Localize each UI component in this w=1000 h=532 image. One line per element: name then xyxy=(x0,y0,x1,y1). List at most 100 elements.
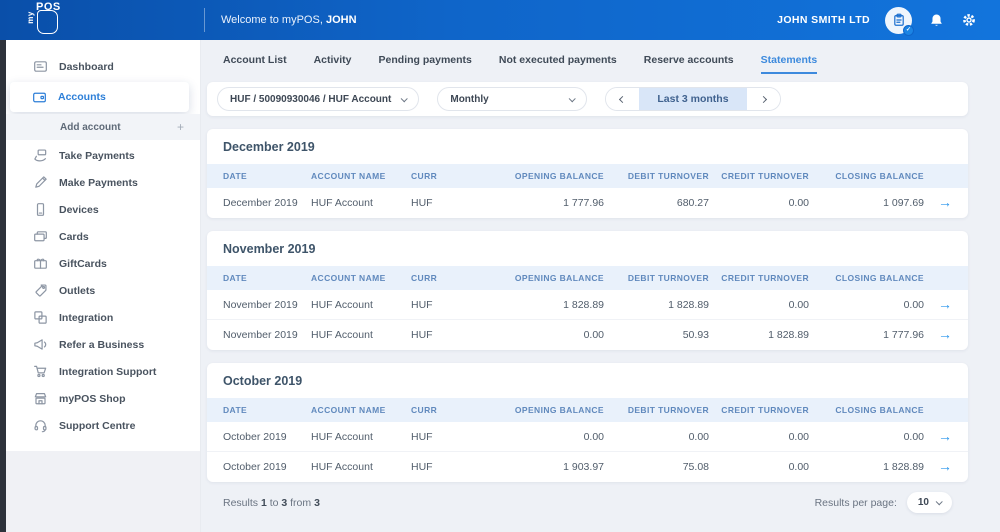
sidebar-item-dashboard[interactable]: Dashboard xyxy=(0,53,200,80)
table-row[interactable]: December 2019HUF AccountHUF1 777.96680.2… xyxy=(207,188,968,218)
settings-gear-icon[interactable] xyxy=(960,11,978,29)
table-header-row: DATEACCOUNT NAMECURROPENING BALANCEDEBIT… xyxy=(207,398,968,422)
sidebar-item-integration[interactable]: Integration xyxy=(0,304,200,331)
sidebar-item-devices[interactable]: Devices xyxy=(0,196,200,223)
statement-section: October 2019 DATEACCOUNT NAMECURROPENING… xyxy=(207,363,968,482)
mypos-logo[interactable]: POS my xyxy=(28,4,66,36)
notifications-bell-icon[interactable] xyxy=(927,11,945,29)
results-footer: Results 1 to 3 from 3 Results per page: … xyxy=(207,482,968,513)
column-header-account-name: ACCOUNT NAME xyxy=(311,273,411,283)
welcome-prefix: Welcome to myPOS, xyxy=(221,14,323,26)
sidebar-item-label: Support Centre xyxy=(59,420,135,432)
profile-avatar[interactable]: ✓ xyxy=(885,7,912,34)
sidebar-item-label: myPOS Shop xyxy=(59,393,126,405)
table-body: October 2019HUF AccountHUF0.000.000.000.… xyxy=(207,422,968,482)
sidebar-item-label: Cards xyxy=(59,231,89,243)
frequency-select-value: Monthly xyxy=(450,94,488,105)
section-title: November 2019 xyxy=(207,231,968,266)
tab-reserve-accounts[interactable]: Reserve accounts xyxy=(644,54,734,74)
clipboard-icon xyxy=(892,13,906,27)
row-detail-arrow-icon[interactable]: → xyxy=(938,195,952,209)
welcome-message: Welcome to myPOS, JOHN xyxy=(221,14,357,26)
sidebar-item-integration-support[interactable]: Integration Support xyxy=(0,358,200,385)
cell-credit-turnover: 1 828.89 xyxy=(709,329,809,341)
cell-curr: HUF xyxy=(411,431,473,443)
cell-curr: HUF xyxy=(411,197,473,209)
cards-icon xyxy=(33,229,48,244)
cell-credit-turnover: 0.00 xyxy=(709,197,809,209)
statement-section: November 2019 DATEACCOUNT NAMECURROPENIN… xyxy=(207,231,968,350)
sidebar-item-outlets[interactable]: Outlets xyxy=(0,277,200,304)
devices-icon xyxy=(33,202,48,217)
results-text: Results xyxy=(223,497,261,509)
table-row[interactable]: November 2019HUF AccountHUF1 828.891 828… xyxy=(207,290,968,320)
column-header-account-name: ACCOUNT NAME xyxy=(311,171,411,181)
cell-account-name: HUF Account xyxy=(311,329,411,341)
period-prev-button[interactable] xyxy=(606,88,639,110)
column-header-curr: CURR xyxy=(411,273,473,283)
cell-account-name: HUF Account xyxy=(311,461,411,473)
column-header-account-name: ACCOUNT NAME xyxy=(311,405,411,415)
tab-not-executed-payments[interactable]: Not executed payments xyxy=(499,54,617,74)
sidebar-subitem-add-account[interactable]: Add account+ xyxy=(0,114,200,140)
welcome-username: JOHN xyxy=(326,14,357,26)
sidebar-item-take-payments[interactable]: Take Payments xyxy=(0,142,200,169)
cell-account-name: HUF Account xyxy=(311,197,411,209)
frequency-select[interactable]: Monthly xyxy=(437,87,587,111)
sidebar-item-mypos-shop[interactable]: myPOS Shop xyxy=(0,385,200,412)
column-header-curr: CURR xyxy=(411,171,473,181)
table-row[interactable]: October 2019HUF AccountHUF1 903.9775.080… xyxy=(207,452,968,482)
topbar-right-group: JOHN SMITH LTD ✓ xyxy=(777,7,978,34)
cell-debit-turnover: 0.00 xyxy=(604,431,709,443)
column-header-debit-turnover: DEBIT TURNOVER xyxy=(604,405,709,415)
column-header-date: DATE xyxy=(223,273,311,283)
period-label[interactable]: Last 3 months xyxy=(639,88,746,110)
table-row[interactable]: October 2019HUF AccountHUF0.000.000.000.… xyxy=(207,422,968,452)
support-centre-icon xyxy=(33,418,48,433)
sidebar-item-label: Devices xyxy=(59,204,99,216)
sidebar-subitem-label: Add account xyxy=(60,122,121,133)
results-per-page-select[interactable]: 10 xyxy=(907,492,952,513)
cell-credit-turnover: 0.00 xyxy=(709,299,809,311)
sidebar-item-cards[interactable]: Cards xyxy=(0,223,200,250)
cell-opening-balance: 1 777.96 xyxy=(473,197,604,209)
mypos-logo-frame-icon xyxy=(37,10,58,34)
main-content: Account List Activity Pending payments Not … xyxy=(201,40,1000,532)
statements-tab-bar: Account List Activity Pending payments Not … xyxy=(207,48,968,74)
sidebar-item-support-centre[interactable]: Support Centre xyxy=(0,412,200,439)
sidebar-item-refer-a-business[interactable]: Refer a Business xyxy=(0,331,200,358)
tab-pending-payments[interactable]: Pending payments xyxy=(379,54,472,74)
row-detail-arrow-icon[interactable]: → xyxy=(938,327,952,341)
tab-statements[interactable]: Statements xyxy=(761,54,818,74)
results-text: to xyxy=(267,497,282,509)
sidebar-item-accounts[interactable]: Accounts xyxy=(10,82,189,112)
cell-debit-turnover: 75.08 xyxy=(604,461,709,473)
company-name[interactable]: JOHN SMITH LTD xyxy=(777,14,870,26)
tab-activity[interactable]: Activity xyxy=(314,54,352,74)
chevron-right-icon xyxy=(760,95,767,102)
sidebar-menu: DashboardAccountsAdd account+Take Paymen… xyxy=(0,53,200,439)
chevron-left-icon xyxy=(619,95,626,102)
results-count: 3 xyxy=(314,497,320,509)
table-row[interactable]: November 2019HUF AccountHUF0.0050.931 82… xyxy=(207,320,968,350)
row-detail-arrow-icon[interactable]: → xyxy=(938,297,952,311)
refer-a-business-icon xyxy=(33,337,48,352)
results-summary: Results 1 to 3 from 3 xyxy=(223,497,320,509)
cell-debit-turnover: 50.93 xyxy=(604,329,709,341)
sidebar-item-make-payments[interactable]: Make Payments xyxy=(0,169,200,196)
account-select[interactable]: HUF / 50090930046 / HUF Account xyxy=(217,87,419,111)
row-detail-arrow-icon[interactable]: → xyxy=(938,429,952,443)
cell-curr: HUF xyxy=(411,329,473,341)
accounts-icon xyxy=(32,90,47,105)
cell-date: October 2019 xyxy=(223,431,311,443)
tab-account-list[interactable]: Account List xyxy=(223,54,287,74)
integration-icon xyxy=(33,310,48,325)
topbar-divider xyxy=(204,8,205,32)
sidebar-item-giftcards[interactable]: GiftCards xyxy=(0,250,200,277)
logo-pos-text: POS xyxy=(36,1,63,13)
sidebar-item-label: Integration xyxy=(59,312,113,324)
row-detail-arrow-icon[interactable]: → xyxy=(938,459,952,473)
column-header-closing-balance: CLOSING BALANCE xyxy=(809,405,924,415)
period-next-button[interactable] xyxy=(747,88,780,110)
logo-my-text: my xyxy=(26,11,35,24)
